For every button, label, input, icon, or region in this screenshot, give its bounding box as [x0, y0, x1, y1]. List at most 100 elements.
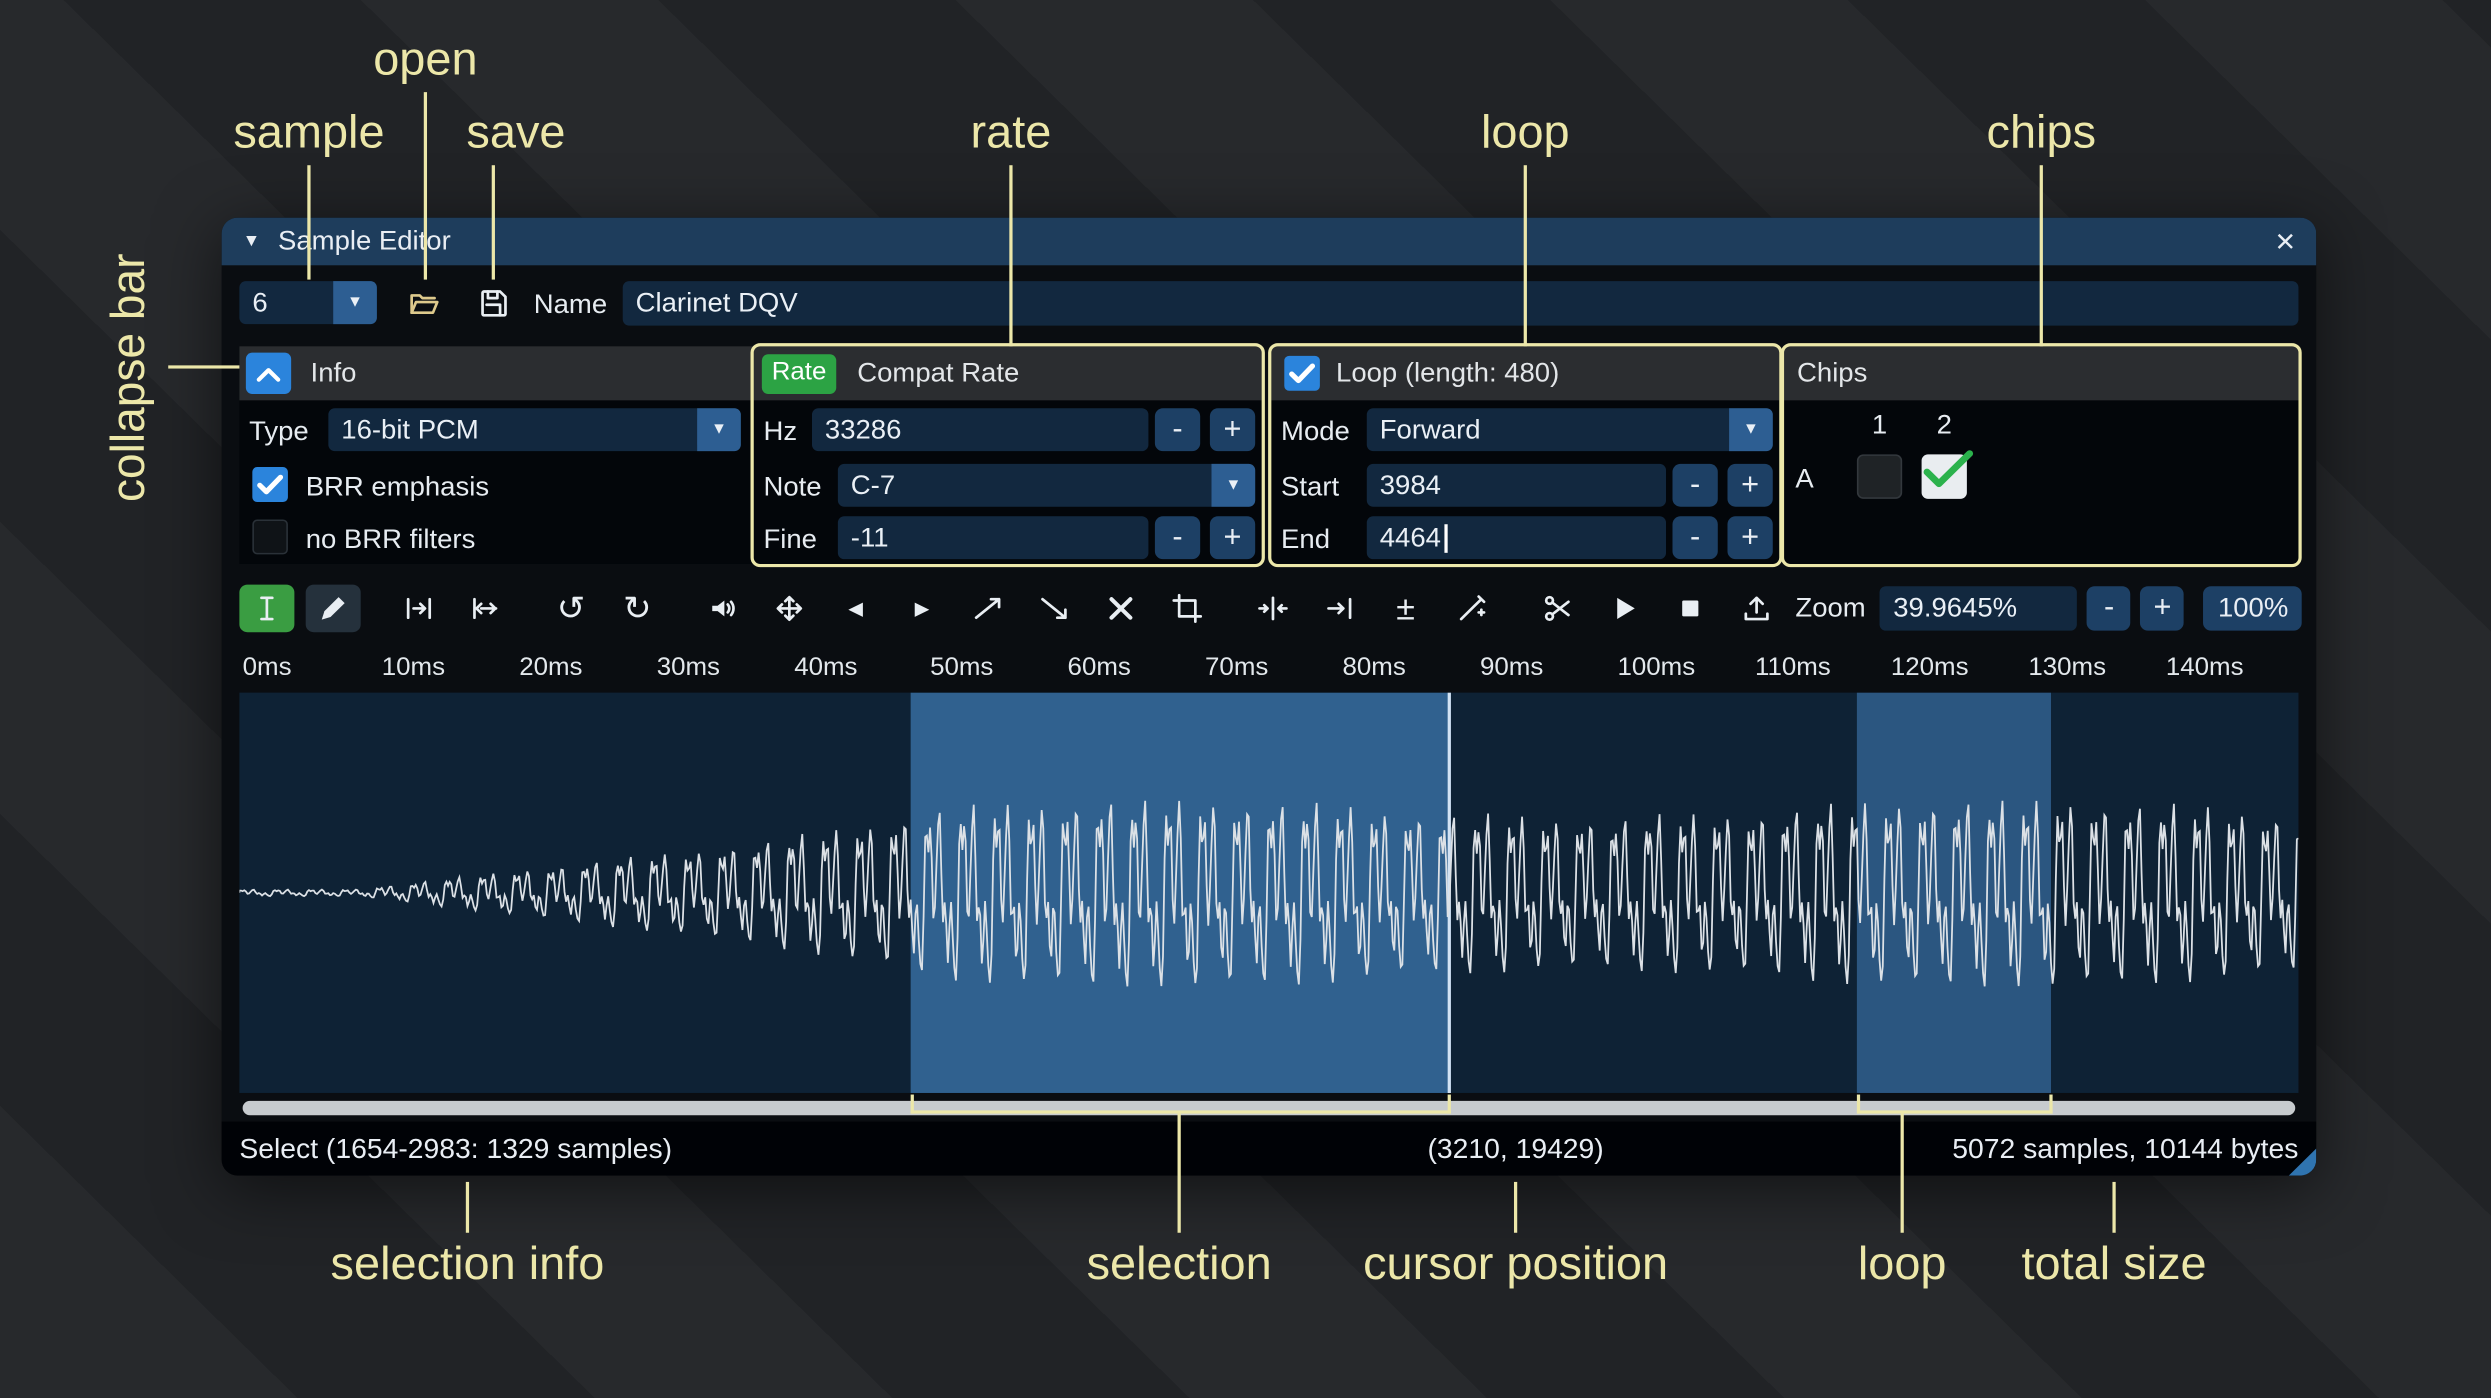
fine-input[interactable]: -11: [837, 516, 1149, 560]
fine-minus-button[interactable]: -: [1154, 516, 1201, 560]
annotation-line: [1009, 165, 1013, 347]
fade-in-icon: [974, 597, 1001, 620]
preview-play-button[interactable]: [1596, 585, 1651, 633]
loop-end-value: 4464: [1379, 521, 1441, 553]
ruler-label: 30ms: [656, 654, 720, 682]
loop-end-minus-button[interactable]: -: [1672, 516, 1718, 560]
title-bar[interactable]: ▼ Sample Editor ×: [221, 217, 2317, 266]
insert-silence-button[interactable]: [1245, 585, 1300, 633]
sample-selector[interactable]: 6 ▼: [239, 281, 377, 325]
ruler-label: 70ms: [1205, 654, 1269, 682]
draw-tool-button[interactable]: [305, 584, 361, 633]
open-button[interactable]: [398, 281, 450, 325]
filter-button[interactable]: [1444, 585, 1499, 633]
zoom-value: 39.9645%: [1893, 592, 2018, 623]
hz-input[interactable]: 33286: [811, 408, 1149, 452]
zoom-label: Zoom: [1795, 592, 1866, 623]
chips-panel-header: Chips: [1784, 346, 2299, 401]
loop-panel: Loop (length: 480) Mode Forward ▼ Start …: [1271, 346, 1780, 564]
apply-silence-button[interactable]: [1312, 585, 1367, 633]
forward-button[interactable]: ►: [894, 585, 949, 633]
annotation-total-size: total size: [2021, 1239, 2207, 1290]
rate-panel-header: Rate Compat Rate: [753, 346, 1262, 401]
normalize-button[interactable]: [762, 585, 817, 633]
status-bar: Select (1654-2983: 1329 samples) (3210, …: [221, 1121, 2317, 1176]
scissors-button[interactable]: [1530, 585, 1585, 633]
chip-2-checkbox[interactable]: [1921, 450, 1974, 499]
undo-button[interactable]: ↺: [543, 585, 598, 633]
loop-start-minus-button[interactable]: -: [1672, 463, 1718, 507]
trim-button[interactable]: [1160, 585, 1215, 633]
loop-end-input[interactable]: 4464: [1366, 516, 1667, 560]
chip-1-checkbox[interactable]: [1856, 454, 1903, 499]
stop-icon: [1682, 600, 1699, 617]
loop-panel-title: Loop (length: 480): [1336, 357, 1560, 388]
close-button[interactable]: ×: [2275, 225, 2295, 258]
reverse-button[interactable]: ◄: [828, 585, 883, 633]
preview-stop-button[interactable]: [1663, 585, 1718, 633]
resample-icon: [473, 597, 498, 620]
no-brr-filters-checkbox[interactable]: [252, 519, 288, 555]
zoom-reset-button[interactable]: 100%: [2203, 586, 2303, 631]
annotation-selection-info: selection info: [330, 1239, 605, 1290]
delete-button[interactable]: [1093, 585, 1148, 633]
annotation-loop: loop: [1480, 108, 1570, 159]
ruler-label: 10ms: [381, 654, 446, 682]
type-dropdown[interactable]: 16-bit PCM ▼: [328, 408, 741, 452]
annotation-line: [307, 165, 311, 280]
dropdown-arrow-icon[interactable]: ▼: [333, 281, 377, 325]
info-panel: Info Type 16-bit PCM ▼ BRR emphasis no B…: [239, 346, 754, 564]
brr-emphasis-checkbox[interactable]: [252, 467, 288, 502]
amplify-button[interactable]: [696, 585, 751, 633]
zoom-out-button[interactable]: -: [2087, 586, 2132, 631]
fade-in-button[interactable]: [961, 585, 1016, 633]
select-tool-button[interactable]: [239, 584, 295, 633]
crop-icon: [1172, 593, 1203, 623]
type-value: 16-bit PCM: [341, 413, 479, 445]
ruler-label: 120ms: [1890, 654, 1969, 682]
resize-button[interactable]: [391, 585, 446, 633]
fade-out-button[interactable]: [1027, 585, 1082, 633]
resample-button[interactable]: [458, 585, 513, 633]
chip-row-a-label: A: [1795, 463, 1814, 495]
hz-label: Hz: [763, 416, 798, 447]
dropdown-arrow-icon[interactable]: ▼: [1211, 463, 1256, 507]
zoom-input[interactable]: 39.9645%: [1880, 586, 2078, 631]
chips-panel: Chips 1 2 A: [1784, 346, 2299, 564]
ruler-label: 40ms: [794, 654, 858, 682]
annotation-rate: rate: [970, 108, 1052, 159]
ruler-label: 130ms: [2028, 654, 2107, 682]
resize-grip[interactable]: [2288, 1148, 2317, 1176]
pencil-icon: [321, 597, 345, 620]
loop-enable-checkbox[interactable]: [1284, 355, 1320, 391]
loop-mode-dropdown[interactable]: Forward ▼: [1366, 408, 1773, 452]
upload-icon: [1744, 596, 1769, 621]
loop-start-input[interactable]: 3984: [1366, 463, 1667, 507]
note-dropdown[interactable]: C-7 ▼: [837, 463, 1256, 507]
zoom-in-button[interactable]: +: [2140, 586, 2185, 631]
rate-badge-button[interactable]: Rate: [761, 353, 837, 394]
loop-start-value: 3984: [1379, 469, 1441, 500]
export-button[interactable]: [1729, 585, 1784, 633]
loop-end-plus-button[interactable]: +: [1727, 516, 1773, 560]
collapse-button[interactable]: [245, 352, 292, 394]
fine-plus-button[interactable]: +: [1209, 516, 1256, 560]
window-collapse-icon[interactable]: ▼: [243, 232, 261, 250]
hz-plus-button[interactable]: +: [1209, 408, 1256, 452]
dropdown-arrow-icon[interactable]: ▼: [697, 408, 741, 452]
redo-button[interactable]: ↻: [610, 585, 665, 633]
hz-minus-button[interactable]: -: [1154, 408, 1201, 452]
waveform-canvas[interactable]: [239, 692, 2299, 1093]
sign-change-button[interactable]: ±: [1378, 585, 1433, 633]
save-button[interactable]: [467, 281, 519, 325]
ruler-label: 0ms: [242, 654, 292, 682]
loop-start-plus-button[interactable]: +: [1727, 463, 1773, 507]
annotation-collapse-bar: collapse bar: [103, 253, 156, 503]
timeline-ruler[interactable]: 0ms 10ms 20ms 30ms 40ms 50ms 60ms 70ms 8…: [239, 648, 2298, 689]
name-input[interactable]: Clarinet DQV: [622, 281, 2299, 326]
total-size-text: 5072 samples, 10144 bytes: [1952, 1131, 2299, 1164]
annotation-line: [1900, 1113, 1904, 1233]
annotation-chips: chips: [1986, 108, 2097, 159]
dropdown-arrow-icon[interactable]: ▼: [1729, 408, 1773, 452]
annotation-open: open: [373, 34, 478, 86]
